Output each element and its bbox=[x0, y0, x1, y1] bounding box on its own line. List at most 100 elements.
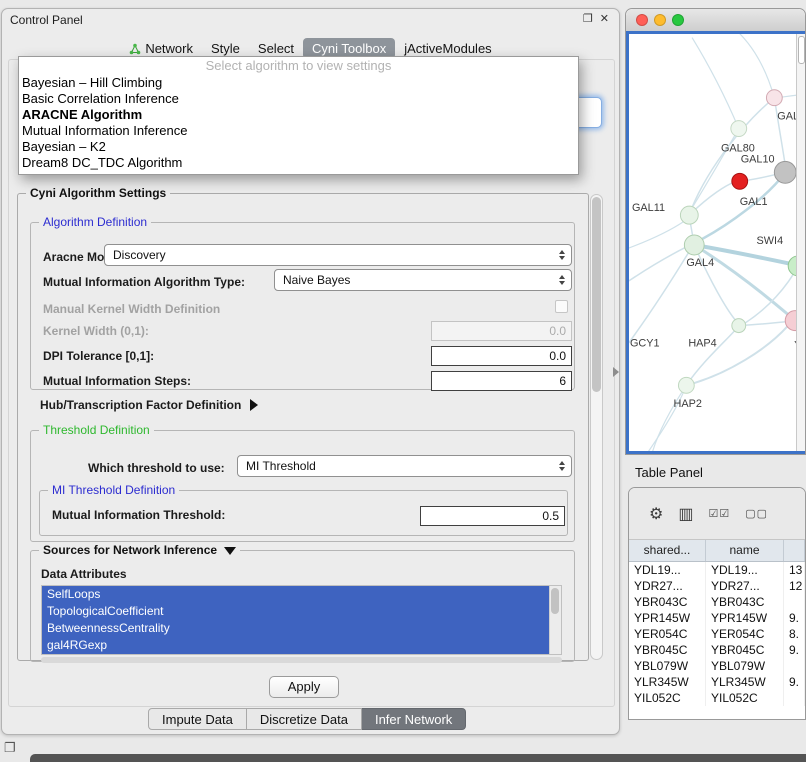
aracne-mode-combobox[interactable]: Discovery bbox=[104, 244, 572, 266]
table-row[interactable]: YDR27...YDR27...12 bbox=[629, 578, 805, 594]
table-row[interactable]: YDL19...YDL19...13 bbox=[629, 562, 805, 578]
which-threshold-combobox[interactable]: MI Threshold bbox=[237, 455, 572, 477]
close-traffic-light-icon[interactable] bbox=[636, 14, 648, 26]
network-node[interactable] bbox=[680, 206, 698, 224]
hub-definition-expander[interactable]: Hub/Transcription Factor Definition bbox=[40, 398, 258, 412]
table-cell[interactable]: YLR345W bbox=[706, 674, 784, 690]
dpi-tolerance-input[interactable] bbox=[431, 346, 572, 366]
gear-icon[interactable]: ⚙ bbox=[649, 504, 663, 524]
network-edge[interactable] bbox=[774, 98, 785, 166]
minimize-traffic-light-icon[interactable] bbox=[654, 14, 666, 26]
table-cell[interactable] bbox=[784, 658, 805, 674]
network-edge[interactable] bbox=[629, 253, 688, 343]
network-node[interactable] bbox=[731, 121, 747, 137]
table-cell[interactable] bbox=[784, 690, 805, 706]
table-row[interactable]: YIL052CYIL052C bbox=[629, 690, 805, 706]
table-row[interactable]: YBR045CYBR045C9. bbox=[629, 642, 805, 658]
attribute-item[interactable]: gal4RGexp bbox=[42, 637, 549, 654]
table-row[interactable]: YLR345WYLR345W9. bbox=[629, 674, 805, 690]
table-cell[interactable]: YDL19... bbox=[706, 562, 784, 578]
table-cell[interactable]: YPR145W bbox=[706, 610, 784, 626]
select-all-icon[interactable]: ☑☑ bbox=[708, 507, 730, 520]
attribute-item[interactable]: TopologicalCoefficient bbox=[42, 603, 549, 620]
dropdown-item[interactable]: Dream8 DC_TDC Algorithm bbox=[19, 155, 578, 171]
table-row[interactable]: YER054CYER054C8. bbox=[629, 626, 805, 642]
table-cell[interactable]: YPR145W bbox=[629, 610, 706, 626]
network-node[interactable] bbox=[684, 235, 704, 255]
column-header-name[interactable]: name bbox=[706, 540, 784, 561]
network-node[interactable] bbox=[732, 319, 746, 333]
network-edge[interactable] bbox=[629, 221, 684, 248]
table-cell[interactable] bbox=[784, 594, 805, 610]
network-window-titlebar[interactable] bbox=[626, 9, 805, 32]
attribute-item[interactable]: SelfLoops bbox=[42, 586, 549, 603]
zoom-traffic-light-icon[interactable] bbox=[672, 14, 684, 26]
tab-discretize-data[interactable]: Discretize Data bbox=[247, 708, 362, 730]
table-cell[interactable]: YBL079W bbox=[706, 658, 784, 674]
tab-infer-network[interactable]: Infer Network bbox=[362, 708, 466, 730]
table-cell[interactable]: YER054C bbox=[629, 626, 706, 642]
table-cell[interactable]: YBR043C bbox=[706, 594, 784, 610]
dropdown-item[interactable]: Bayesian – Hill Climbing bbox=[19, 75, 578, 91]
network-node[interactable] bbox=[732, 173, 748, 189]
float-window-icon[interactable]: ❐ bbox=[583, 12, 593, 25]
table-cell[interactable]: YER054C bbox=[706, 626, 784, 642]
mi-algorithm-type-combobox[interactable]: Naive Bayes bbox=[274, 269, 572, 291]
table-cell[interactable]: YIL052C bbox=[706, 690, 784, 706]
data-attributes-list[interactable]: SelfLoops TopologicalCoefficient Between… bbox=[41, 585, 562, 655]
network-edge[interactable] bbox=[691, 129, 738, 210]
tab-impute-data[interactable]: Impute Data bbox=[148, 708, 247, 730]
table-cell[interactable]: 9. bbox=[784, 674, 805, 690]
mi-steps-input[interactable] bbox=[431, 371, 572, 391]
panel-splitter-arrow-icon[interactable] bbox=[613, 367, 619, 377]
network-edge[interactable] bbox=[692, 38, 738, 129]
attributes-scrollbar[interactable] bbox=[549, 586, 561, 654]
restore-panel-icon[interactable]: ❐ bbox=[4, 740, 16, 756]
manual-kernel-width-checkbox[interactable] bbox=[555, 300, 568, 313]
table-row[interactable]: YBR043CYBR043C bbox=[629, 594, 805, 610]
dropdown-item[interactable]: Mutual Information Inference bbox=[19, 123, 578, 139]
close-window-icon[interactable]: ✕ bbox=[600, 12, 609, 25]
table-cell[interactable]: YBR043C bbox=[629, 594, 706, 610]
scrollbar-thumb[interactable] bbox=[551, 588, 559, 614]
network-node[interactable] bbox=[766, 90, 782, 106]
dropdown-item[interactable]: Basic Correlation Inference bbox=[19, 91, 578, 107]
network-edge[interactable] bbox=[686, 327, 787, 386]
dropdown-item-selected[interactable]: ARACNE Algorithm bbox=[19, 107, 578, 123]
table-cell[interactable]: YDR27... bbox=[706, 578, 784, 594]
table-cell[interactable]: 9. bbox=[784, 642, 805, 658]
table-cell[interactable]: 13 bbox=[784, 562, 805, 578]
column-chooser-icon[interactable]: ▥ bbox=[678, 504, 693, 524]
table-cell[interactable]: 12 bbox=[784, 578, 805, 594]
dropdown-item[interactable]: Bayesian – K2 bbox=[19, 139, 578, 155]
network-node[interactable] bbox=[774, 161, 796, 183]
apply-button[interactable]: Apply bbox=[269, 676, 339, 698]
network-scrollbar[interactable] bbox=[796, 34, 805, 451]
table-cell[interactable]: YLR345W bbox=[629, 674, 706, 690]
table-cell[interactable]: YIL052C bbox=[629, 690, 706, 706]
network-edge[interactable] bbox=[732, 34, 775, 98]
table-cell[interactable]: YBL079W bbox=[629, 658, 706, 674]
attribute-item[interactable]: BetweennessCentrality bbox=[42, 620, 549, 637]
sources-title[interactable]: Sources for Network Inference bbox=[39, 543, 240, 557]
scrollbar-thumb[interactable] bbox=[592, 197, 601, 392]
table-cell[interactable]: YBR045C bbox=[629, 642, 706, 658]
mi-threshold-input[interactable] bbox=[420, 506, 565, 526]
table-cell[interactable]: YDL19... bbox=[629, 562, 706, 578]
table-cell[interactable]: YDR27... bbox=[629, 578, 706, 594]
table-cell[interactable]: YBR045C bbox=[706, 642, 784, 658]
network-graph[interactable]: GALGAL80GAL10GAL11GAL1SWI4GAL4GCY1HAP4HA… bbox=[629, 34, 805, 451]
column-header-shared-name[interactable]: shared... bbox=[629, 540, 706, 561]
settings-scrollbar[interactable] bbox=[590, 194, 603, 660]
scrollbar-thumb[interactable] bbox=[798, 36, 805, 64]
table-row[interactable]: YPR145WYPR145W9. bbox=[629, 610, 805, 626]
network-node[interactable] bbox=[678, 377, 694, 393]
attributes-hscrollbar[interactable] bbox=[41, 657, 562, 663]
table-cell[interactable]: 9. bbox=[784, 610, 805, 626]
deselect-all-icon[interactable]: ▢▢ bbox=[745, 507, 768, 520]
kernel-width-input[interactable] bbox=[431, 321, 572, 341]
network-edge[interactable] bbox=[629, 247, 686, 281]
table-row[interactable]: YBL079WYBL079W bbox=[629, 658, 805, 674]
table-cell[interactable]: 8. bbox=[784, 626, 805, 642]
column-header-partial[interactable] bbox=[784, 540, 805, 561]
